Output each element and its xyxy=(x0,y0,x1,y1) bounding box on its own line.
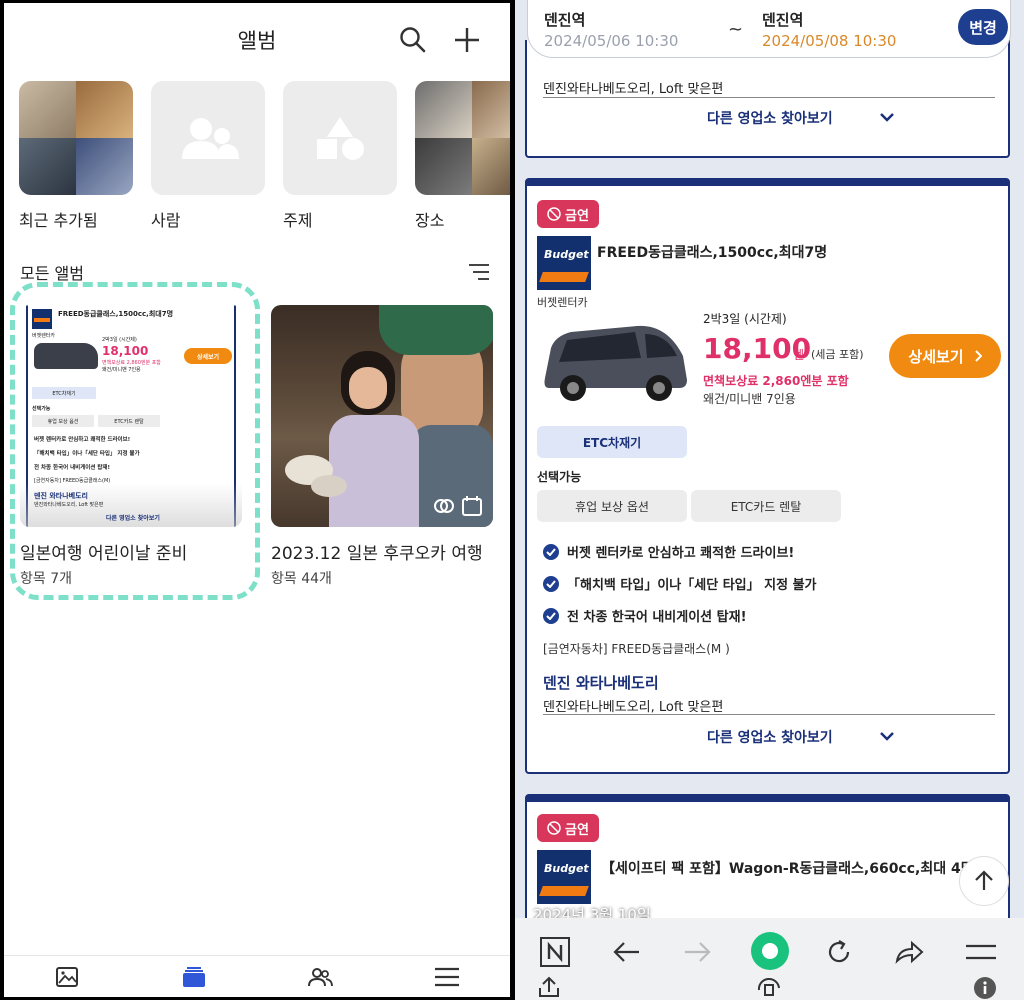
upload-icon[interactable] xyxy=(537,976,561,998)
album-thumbnail: FREED동급클래스,1500cc,최대7명 버젯렌터카 2박3일 (시간제) … xyxy=(20,305,242,527)
category-subject[interactable]: 주제 xyxy=(283,81,397,231)
etc-chip: ETC차재기 xyxy=(537,426,687,458)
page-title: 앨범 xyxy=(237,29,277,53)
people-icon xyxy=(308,967,334,986)
share-arrow-icon xyxy=(895,940,924,964)
back-button[interactable] xyxy=(609,934,645,970)
search-icon[interactable] xyxy=(398,25,428,55)
car-title: FREED동급클래스,1500cc,최대7명 xyxy=(597,245,828,261)
albums-icon xyxy=(182,966,205,987)
nav-stories[interactable] xyxy=(257,956,384,997)
feature-item: 버젯 렌터카로 안심하고 쾌적한 드라이브! xyxy=(543,542,794,561)
options-label: 선택가능 xyxy=(537,470,582,484)
change-button[interactable]: 변경 xyxy=(958,9,1008,45)
budget-logo: Budget xyxy=(537,850,591,904)
car-title: 【세이프티 팩 포함】Wagon-R동급클래스,660cc,최대 4명 xyxy=(601,861,974,877)
check-icon xyxy=(543,575,559,592)
scroll-to-top-button[interactable] xyxy=(959,856,1009,906)
non-smoking-badge: 금연 xyxy=(537,814,599,842)
share-button[interactable] xyxy=(891,934,927,970)
chevron-down-icon xyxy=(880,732,894,741)
arrow-left-icon xyxy=(613,942,639,962)
hamburger-icon xyxy=(966,944,996,960)
office-address: 덴진와타나베도오리, Loft 맞은편 xyxy=(543,700,724,715)
check-icon xyxy=(543,607,559,624)
option-chip[interactable]: ETC카드 렌탈 xyxy=(691,490,841,522)
shapes-icon xyxy=(317,117,364,160)
calendar-icon xyxy=(462,496,482,516)
share-link-icon xyxy=(434,499,454,513)
album-thumbnail xyxy=(271,305,493,527)
rental-period: 2박3일 (시간제) xyxy=(703,312,787,326)
album-count: 항목 7개 xyxy=(20,571,72,587)
nav-albums[interactable] xyxy=(131,956,258,997)
car-image xyxy=(544,325,687,401)
non-smoking-badge: 금연 xyxy=(537,200,599,228)
other-offices-link[interactable]: 다른 영업소 찾아보기 xyxy=(707,727,833,747)
vehicle-note: [금연자동차] FREED동급클래스(M ) xyxy=(543,642,730,656)
all-albums-heading: 모든 앨범 xyxy=(20,264,84,283)
pickup-date: 2024/05/06 10:30 xyxy=(544,32,679,50)
bottom-navigation xyxy=(4,955,510,997)
album-title: 2023.12 일본 후쿠오카 여행 xyxy=(271,544,483,564)
pickup-station: 덴진역 xyxy=(544,11,586,29)
return-station: 덴진역 xyxy=(762,11,804,29)
green-dot-icon xyxy=(751,932,789,970)
add-icon[interactable] xyxy=(452,25,482,55)
check-icon xyxy=(543,543,559,560)
gallery-albums-screen: 앨범 최근 추가됨 사람 주제 장소 모든 앨범 FREED동급클래스,1500… xyxy=(4,3,510,997)
arrow-right-icon xyxy=(685,942,711,962)
chevron-right-icon xyxy=(974,350,982,362)
chevron-down-icon xyxy=(880,113,894,122)
rental-car-browser: 덴진와타나베도오리, Loft 맞은편 다른 영업소 찾아보기 덴진역 2024… xyxy=(515,0,1024,1000)
browser-toolbar xyxy=(515,918,1024,1000)
feature-item: 전 차종 한국어 내비게이션 탑재! xyxy=(543,606,747,625)
rental-card: 금연 Budget FREED동급클래스,1500cc,최대7명 버젯렌터카 2… xyxy=(525,178,1010,774)
naver-home-button[interactable] xyxy=(537,934,573,970)
nav-pictures[interactable] xyxy=(4,956,131,997)
forward-button[interactable] xyxy=(679,934,715,970)
green-dot-button[interactable] xyxy=(749,930,791,972)
rotate-icon[interactable] xyxy=(755,976,783,998)
sort-icon[interactable] xyxy=(468,263,490,281)
budget-logo: Budget xyxy=(537,236,591,290)
category-places[interactable]: 장소 xyxy=(415,81,510,231)
category-recent[interactable]: 최근 추가됨 xyxy=(19,81,133,231)
office-name: 덴진 와타나베도리 xyxy=(543,674,659,692)
info-icon[interactable] xyxy=(973,976,997,1000)
n-logo-icon xyxy=(540,937,570,967)
brand-subtitle: 버젯렌터카 xyxy=(537,296,588,309)
feature-item: 「해치백 타입」이나「세단 타입」 지정 불가 xyxy=(543,574,817,593)
category-people[interactable]: 사람 xyxy=(151,81,265,231)
detail-button[interactable]: 상세보기 xyxy=(889,334,1001,378)
nav-menu[interactable] xyxy=(384,956,511,997)
picture-icon xyxy=(56,966,79,987)
arrow-up-icon xyxy=(975,870,993,890)
album-title: 일본여행 어린이날 준비 xyxy=(20,544,188,564)
places-thumbnail xyxy=(415,81,510,195)
no-smoking-icon xyxy=(547,207,561,221)
menu-button[interactable] xyxy=(963,934,999,970)
album-card[interactable]: FREED동급클래스,1500cc,최대7명 버젯렌터카 2박3일 (시간제) … xyxy=(20,305,242,588)
album-card[interactable]: 2023.12 일본 후쿠오카 여행 항목 44개 xyxy=(271,305,493,588)
other-offices-link[interactable]: 다른 영업소 찾아보기 xyxy=(707,108,833,128)
no-smoking-icon xyxy=(547,821,561,835)
insurance-note: 면책보상료 2,860엔분 포함 xyxy=(703,374,849,388)
option-chip[interactable]: 휴업 보상 옵션 xyxy=(537,490,687,522)
hamburger-icon xyxy=(434,967,459,986)
refresh-icon xyxy=(828,940,850,963)
mini-screenshot: FREED동급클래스,1500cc,최대7명 버젯렌터카 2박3일 (시간제) … xyxy=(20,305,242,527)
family-photo xyxy=(271,305,493,527)
album-count: 항목 44개 xyxy=(271,571,332,587)
category-label: 최근 추가됨 xyxy=(19,211,98,230)
date-range-bar: 덴진역 2024/05/06 10:30 ~ 덴진역 2024/05/08 10… xyxy=(527,0,1011,58)
reload-button[interactable] xyxy=(821,934,857,970)
return-date: 2024/05/08 10:30 xyxy=(762,32,897,50)
recent-thumbnail xyxy=(19,81,133,195)
car-type: 왜건/미니밴 7인용 xyxy=(703,392,796,406)
people-icon xyxy=(182,118,239,159)
